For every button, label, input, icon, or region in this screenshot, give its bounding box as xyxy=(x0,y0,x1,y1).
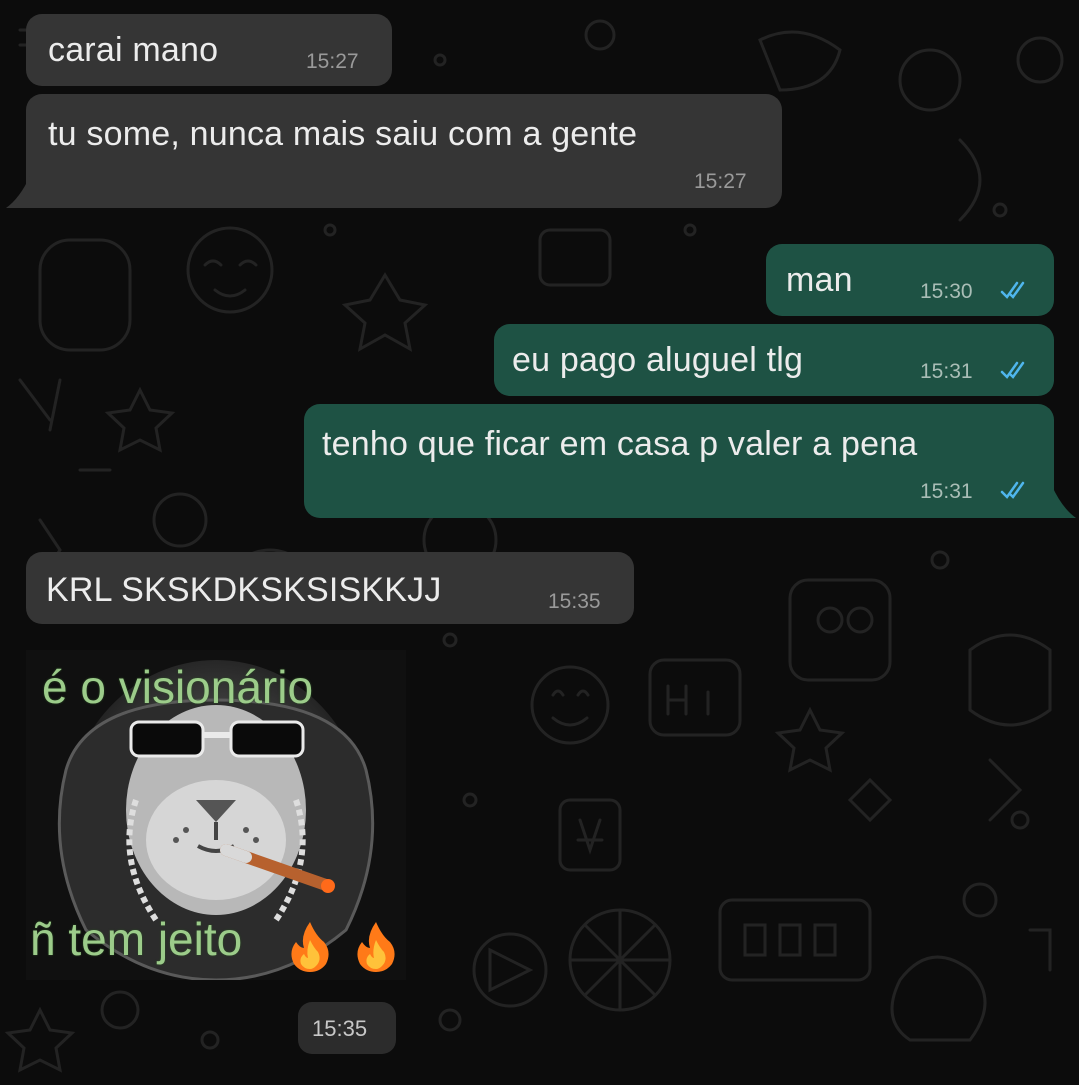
sticker-timestamp-pill: 15:35 xyxy=(298,1002,396,1054)
sticker-message[interactable]: é o visionário ñ tem jeito xyxy=(26,650,406,980)
message-text: tenho que ficar em casa p valer a pena xyxy=(322,425,918,463)
message-timestamp: 15:31 xyxy=(920,480,973,503)
message-text: eu pago aluguel tlg xyxy=(512,341,804,379)
read-ticks-icon xyxy=(1000,481,1025,499)
sticker-timestamp: 15:35 xyxy=(312,1016,368,1041)
message-bubble-outgoing[interactable]: eu pago aluguel tlg 15:31 xyxy=(494,324,1054,396)
chat-window: carai mano 15:27 tu some, nunca mais sai… xyxy=(0,0,1079,1085)
message-text: tu some, nunca mais saiu com a gente xyxy=(48,115,638,153)
message-timestamp: 15:27 xyxy=(306,50,359,73)
message-text: carai mano xyxy=(48,31,219,69)
message-timestamp: 15:31 xyxy=(920,360,973,383)
message-text: man xyxy=(786,261,853,299)
message-timestamp: 15:35 xyxy=(548,590,601,613)
bubble-tail-incoming xyxy=(6,176,30,208)
message-bubble-incoming[interactable]: carai mano 15:27 xyxy=(26,14,392,86)
fire-icon xyxy=(291,922,329,972)
message-bubble-incoming[interactable]: tu some, nunca mais saiu com a gente 15:… xyxy=(26,94,782,208)
message-timestamp: 15:27 xyxy=(694,170,747,193)
read-ticks-icon xyxy=(1000,361,1025,379)
bubble-tail-outgoing xyxy=(1052,486,1076,518)
message-timestamp: 15:30 xyxy=(920,280,973,303)
message-bubble-outgoing[interactable]: man 15:30 xyxy=(766,244,1054,316)
read-ticks-icon xyxy=(1000,281,1025,299)
sticker-caption-top: é o visionário xyxy=(42,661,314,713)
message-bubble-outgoing[interactable]: tenho que ficar em casa p valer a pena 1… xyxy=(304,404,1054,518)
message-bubble-incoming[interactable]: KRL SKSKDKSKSISKKJJ 15:35 xyxy=(26,552,634,624)
sticker-caption-bottom: ñ tem jeito xyxy=(30,913,243,965)
message-text: KRL SKSKDKSKSISKKJJ xyxy=(46,571,442,609)
fire-icon xyxy=(357,922,395,972)
